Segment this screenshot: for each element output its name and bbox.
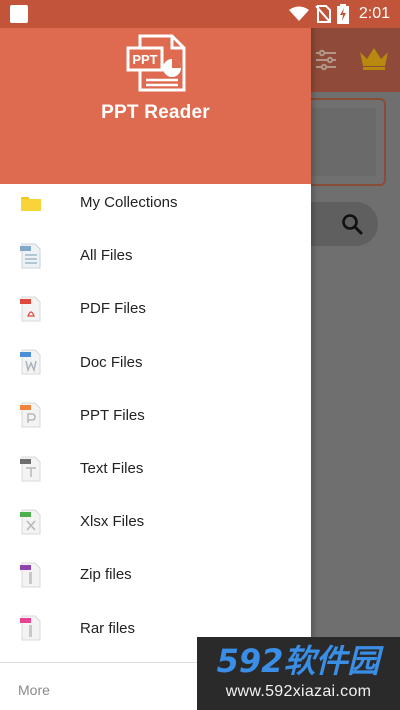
ppt-file-icon [20, 402, 41, 428]
xlsx-file-icon [20, 509, 41, 535]
watermark-logo-text: 592软件园 [217, 642, 385, 679]
ppt-logo-icon: PPT [126, 34, 186, 92]
menu-item-ppt-files[interactable]: PPT Files [0, 389, 311, 442]
menu-item-text-files[interactable]: Text Files [0, 442, 311, 495]
no-sim-icon [315, 5, 331, 23]
watermark-url: www.592xiazai.com [225, 683, 372, 700]
menu-label: Xlsx Files [80, 513, 145, 531]
banner-card-content [300, 108, 376, 176]
watermark: 592软件园 www.592xiazai.com [197, 637, 400, 710]
menu-item-zip-files[interactable]: Zip files [0, 548, 311, 601]
filter-icon[interactable] [314, 48, 338, 72]
text-file-icon [20, 456, 41, 482]
watermark-logo: 592软件园 [217, 642, 385, 679]
menu-item-all-files[interactable]: All Files [0, 229, 311, 282]
status-bar: 2:01 [0, 0, 400, 28]
search-icon[interactable] [340, 212, 364, 236]
status-time: 2:01 [358, 5, 390, 22]
menu-label: My Collections [80, 194, 178, 212]
menu-item-pdf-files[interactable]: PDF Files [0, 282, 311, 335]
menu-label: PPT Files [80, 406, 145, 424]
logo-text: PPT [132, 52, 157, 67]
menu-label: Text Files [80, 460, 144, 478]
rar-file-icon [20, 615, 41, 641]
app-icon [10, 5, 28, 23]
menu-item-doc-files[interactable]: Doc Files [0, 336, 311, 389]
menu-item-my-collections[interactable]: My Collections [0, 176, 311, 229]
menu-label: PDF Files [80, 300, 146, 318]
zip-file-icon [20, 562, 41, 588]
doc-file-icon [20, 349, 41, 375]
menu-label: Zip files [80, 566, 132, 584]
menu-label: All Files [80, 247, 133, 265]
menu-label: Doc Files [80, 353, 143, 371]
folder-icon [21, 196, 41, 211]
pdf-file-icon [20, 296, 41, 322]
more-section-label: More [18, 682, 50, 698]
navigation-drawer: PPT PPT Reader My Collections All Files [0, 0, 311, 710]
drawer-menu: My Collections All Files PDF Files Doc F… [0, 176, 311, 655]
menu-item-xlsx-files[interactable]: Xlsx Files [0, 495, 311, 548]
app-name: PPT Reader [101, 102, 210, 123]
menu-label: Rar files [80, 619, 136, 637]
battery-charging-icon [336, 4, 349, 24]
status-icons: 2:01 [288, 3, 390, 25]
all-files-icon [20, 243, 41, 269]
wifi-icon [288, 6, 309, 21]
crown-icon[interactable] [358, 44, 390, 72]
